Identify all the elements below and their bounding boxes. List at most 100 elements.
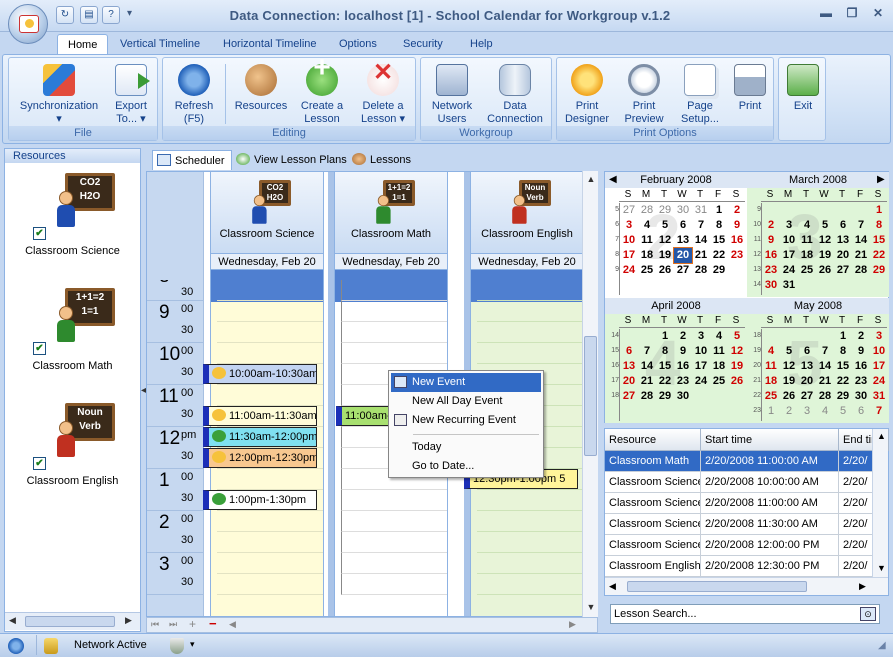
calendar-day[interactable]: 29 [656,389,674,404]
lesson-appointment[interactable]: 11:30am-12:00pm [203,427,317,447]
calendar-day[interactable]: 29 [656,203,674,218]
calendar-day[interactable]: 4 [816,404,834,419]
calendar-day[interactable]: 4 [638,218,656,233]
calendar-day[interactable]: 27 [620,389,638,404]
resource-checkbox[interactable]: ✔ [33,342,46,355]
scroll-thumb[interactable] [25,616,115,627]
calendar-day[interactable]: 25 [638,263,656,278]
calendar-day[interactable]: 27 [834,263,852,278]
time-slot[interactable] [477,532,583,553]
calendar-day[interactable]: 12 [656,233,674,248]
calendar-day[interactable]: 13 [834,233,852,248]
calendar-day[interactable]: 2 [728,203,746,218]
scroll-left-icon[interactable]: ◀ [609,581,616,592]
scheduler-vertical-scrollbar[interactable]: ▲ ▼ [582,171,598,617]
delete-lesson-button[interactable]: Delete a Lesson ▾ [353,62,413,126]
calendar-day[interactable]: 1 [710,203,728,218]
calendar-day[interactable]: 5 [834,404,852,419]
calendar-day[interactable]: 6 [674,218,692,233]
resource-item[interactable]: CO2 H2O ✔ Classroom Science [5,165,140,280]
calendar-day[interactable]: 3 [780,218,798,233]
calendar-day[interactable]: 7 [692,218,710,233]
calendar-day[interactable]: 20 [798,374,816,389]
calendar-day[interactable]: 6 [798,344,816,359]
grid-vertical-scrollbar[interactable]: ▲ ▼ [872,429,888,577]
create-lesson-button[interactable]: Create a Lesson [293,61,351,126]
month-title[interactable]: April 2008 [605,298,747,314]
calendar-day[interactable]: 15 [834,359,852,374]
calendar-day[interactable]: 16 [728,233,746,248]
calendar-day[interactable]: 29 [834,389,852,404]
resource-item[interactable]: 1+1=2 1=1 ✔ Classroom Math [5,280,140,395]
calendar-day[interactable]: 14 [816,359,834,374]
calendar-day[interactable]: 4 [798,218,816,233]
remove-column-icon[interactable]: − [209,616,217,631]
time-slot[interactable] [341,490,447,511]
calendar-day[interactable]: 13 [798,359,816,374]
calendar-day[interactable]: 24 [780,263,798,278]
calendar-day[interactable]: 6 [834,218,852,233]
calendar-day[interactable]: 11 [710,344,728,359]
calendar-day[interactable]: 26 [728,374,746,389]
time-slot[interactable] [217,301,323,322]
ribbon-tab-help[interactable]: Help [460,34,503,54]
calendar-day[interactable]: 1 [656,329,674,344]
calendar-day[interactable]: 21 [852,248,870,263]
calendar-day[interactable]: 26 [780,389,798,404]
calendar-day[interactable]: 15 [710,233,728,248]
ribbon-tab-options[interactable]: Options [329,34,387,54]
calendar-day[interactable]: 1 [834,329,852,344]
calendar-day[interactable]: 29 [870,263,888,278]
restore-button[interactable]: ❐ [842,6,862,24]
calendar-day[interactable]: 18 [762,374,780,389]
scroll-thumb[interactable] [627,581,807,592]
calendar-day[interactable]: 17 [780,248,798,263]
next-month-icon[interactable]: ▶ [877,174,885,185]
resource-column-header[interactable]: CO2 H2O Classroom Science [211,172,323,254]
calendar-day[interactable]: 23 [852,374,870,389]
calendar-day[interactable]: 2 [674,329,692,344]
calendar-day[interactable]: 18 [798,248,816,263]
resource-checkbox[interactable]: ✔ [33,457,46,470]
calendar-day[interactable]: 4 [762,344,780,359]
ribbon-tab-vertical-timeline[interactable]: Vertical Timeline [110,34,210,54]
grid-column-header[interactable]: Start time [701,429,839,451]
month-title[interactable]: March 2008 [747,172,889,188]
time-slot[interactable] [477,553,583,574]
resource-item[interactable]: Noun Verb ✔ Classroom English [5,395,140,510]
scroll-down-icon[interactable]: ▼ [877,563,886,573]
time-slot[interactable] [217,469,323,490]
lesson-appointment[interactable]: 11:00am-11 [336,406,396,426]
resource-column-header[interactable]: 1+1=2 1=1 Classroom Math [335,172,447,254]
calendar-day[interactable]: 26 [656,263,674,278]
ribbon-tab-security[interactable]: Security [393,34,453,54]
calendar-day[interactable]: 20 [673,247,693,264]
calendar-day[interactable]: 23 [728,248,746,263]
table-row[interactable]: Classroom Science 2/20/2008 11:30:00 AM 2/… [605,514,873,535]
lesson-appointment[interactable]: 1:00pm-1:30pm [203,490,317,510]
time-slot[interactable] [341,532,447,553]
resize-grip-icon[interactable]: ◢ [878,640,886,651]
application-menu-button[interactable] [8,4,48,44]
print-button[interactable]: Print [729,62,771,113]
calendar-day[interactable]: 6 [620,344,638,359]
time-slot[interactable] [341,301,447,322]
qat-refresh-icon[interactable]: ↻ [56,6,74,24]
calendar-day[interactable]: 28 [692,263,710,278]
time-slot[interactable] [217,280,323,301]
resource-column[interactable]: CO2 H2O Classroom Science Wednesday, Feb 2… [210,172,324,616]
menu-item-today[interactable]: Today [391,438,541,457]
calendar-day[interactable]: 3 [798,404,816,419]
time-slot[interactable] [477,322,583,343]
calendar-day[interactable]: 19 [656,248,674,263]
resource-column-header[interactable]: Noun Verb Classroom English [471,172,583,254]
binoculars-icon[interactable]: ⊙ [860,607,876,621]
calendar-day[interactable]: 28 [852,263,870,278]
calendar-day[interactable]: 22 [656,374,674,389]
table-row[interactable]: Classroom Science 2/20/2008 10:00:00 AM 2/… [605,472,873,493]
calendar-day[interactable]: 30 [674,203,692,218]
resources-scrollbar[interactable]: ◀ ▶ [5,612,140,630]
time-slot[interactable] [341,511,447,532]
minimize-button[interactable]: ▬ [816,6,836,24]
table-row[interactable]: Classroom Math 2/20/2008 11:00:00 AM 2/20/ [605,451,873,472]
